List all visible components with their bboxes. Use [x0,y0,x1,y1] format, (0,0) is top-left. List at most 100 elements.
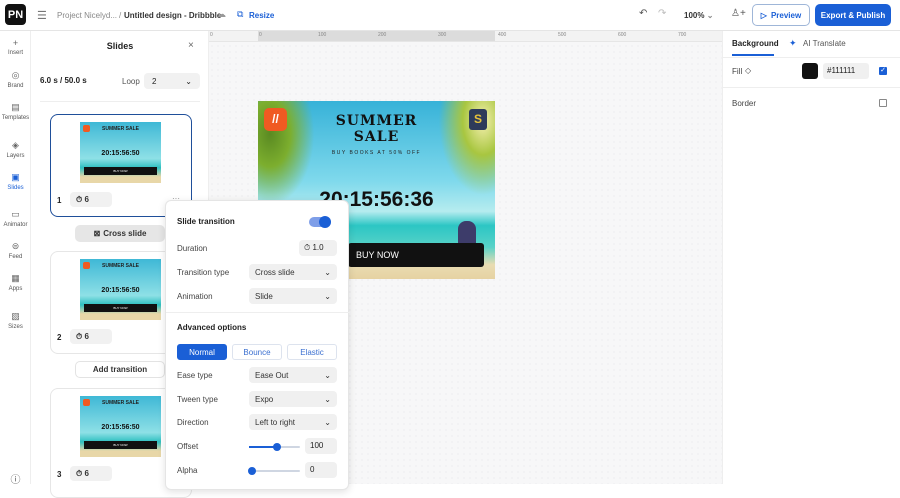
resize-button[interactable]: Resize [249,11,274,20]
rail-templates[interactable]: ▤ Templates [0,102,31,121]
close-icon[interactable]: × [188,40,194,51]
banner-title-1: SUMMER [335,113,418,129]
sparkle-icon: ✦ [789,38,797,48]
divider [40,101,200,102]
ruler-tick: 300 [438,32,447,38]
zoom-value: 100% [684,11,705,20]
slides-icon: ▣ [11,172,20,182]
video-icon: ▭ [11,209,20,219]
banner-subtitle: BUY BOOKS AT 50% OFF [331,150,422,156]
tab-ai-translate[interactable]: AI Translate [803,39,846,48]
rail-layers[interactable]: ◈ Layers [0,140,31,159]
transition-icon: ⊠ [93,229,101,238]
play-icon: ▷ [760,10,767,20]
panel-title: Slides [106,41,134,51]
export-publish-button[interactable]: Export & Publish [815,4,891,26]
ruler: 0 0 100 200 300 400 500 600 700 [209,31,722,42]
rail-insert[interactable]: + Insert [0,38,31,56]
fill-color-swatch[interactable] [802,63,818,79]
ruler-tick: 100 [318,32,327,38]
toggle-knob [319,216,331,228]
alpha-label: Alpha [177,466,198,475]
transition-title: Slide transition [177,217,235,226]
tween-type-select[interactable]: Expo ⌄ [249,391,337,407]
slide-thumbnail: SUMMER SALE 20:15:56:50 BUY NOW [80,396,161,457]
top-bar: PN ☰ Project Nicelyd... / Untitled desig… [0,0,900,31]
cat-silhouette [458,221,476,245]
rail-sizes[interactable]: ▧ Sizes [0,311,31,330]
slide-duration-input[interactable]: ⏱ 6 [70,329,112,344]
ruler-tick: 700 [678,32,687,38]
tween-type-label: Tween type [177,395,218,404]
direction-label: Direction [177,418,209,427]
templates-icon: ▤ [11,102,20,112]
preview-button[interactable]: ▷ Preview [752,4,810,26]
slide-transition-popover: Slide transition Duration ⏱ 1.0 Transiti… [165,200,350,490]
cross-slide-transition-button[interactable]: ⊠ Cross slide [75,225,165,242]
mode-normal-button[interactable]: Normal [177,344,227,360]
mode-bounce-button[interactable]: Bounce [232,344,282,360]
alpha-input[interactable]: 0 [305,462,337,478]
advanced-options-heading: Advanced options [177,323,247,332]
chevron-down-icon: ⌄ [185,76,192,86]
chevron-down-icon: ⌄ [324,267,331,277]
slide-duration-input[interactable]: ⏱ 6 [70,192,112,207]
loop-select[interactable]: 2 ⌄ [144,73,200,89]
fill-checkbox[interactable]: ✓ [879,67,887,75]
divider [723,87,900,88]
slider-knob[interactable] [273,443,282,451]
slide-number: 3 [57,470,62,479]
rail-slides[interactable]: ▣ Slides [0,172,31,191]
transition-type-select[interactable]: Cross slide ⌄ [249,264,337,280]
transition-toggle[interactable] [309,216,331,228]
offset-label: Offset [177,442,199,451]
buy-now-button: BUY NOW [348,243,484,267]
chevron-down-icon: ⌄ [324,394,331,404]
menu-icon[interactable]: ☰ [37,9,47,22]
offset-input[interactable]: 100 [305,438,337,454]
rail-brand[interactable]: ◎ Brand [0,70,31,89]
app-logo[interactable]: PN [5,4,26,25]
slide-number: 1 [57,196,62,205]
chevron-down-icon: ⌄ [324,417,331,427]
add-user-icon[interactable]: ♙+ [731,8,746,19]
ruler-tick: 0 [210,32,213,38]
divider [166,312,350,313]
direction-select[interactable]: Left to right ⌄ [249,414,337,430]
active-tab-indicator [732,54,774,56]
divider [723,57,900,58]
duration-input[interactable]: ⏱ 1.0 [299,240,337,256]
duration-label: Duration [177,244,208,253]
layers-icon: ◈ [12,140,19,150]
chevron-down-icon: ⌄ [706,11,714,20]
offset-slider[interactable] [249,443,300,451]
alpha-slider[interactable] [248,467,300,475]
banner-title-2: SALE [353,129,400,145]
rail-feed[interactable]: ⊜ Feed [0,241,31,260]
animation-select[interactable]: Slide ⌄ [249,288,337,304]
cloud-off-icon: ☁ [217,9,226,19]
diamond-icon: ◇ [745,66,752,75]
ruler-selection [258,31,495,41]
ease-type-select[interactable]: Ease Out ⌄ [249,367,337,383]
slide-duration-input[interactable]: ⏱ 6 [70,466,112,481]
chevron-down-icon: ⌄ [324,291,331,301]
ruler-tick: 0 [259,32,262,38]
undo-icon[interactable]: ↶ [639,8,647,19]
ease-type-label: Ease type [177,371,213,380]
rail-apps[interactable]: ▦ Apps [0,273,31,292]
fill-hex-input[interactable]: #111111 [823,63,869,79]
breadcrumb-project[interactable]: Project Nicelyd... [57,11,117,20]
slide-thumbnail: SUMMER SALE 20:15:56:50 BUY NOW [80,122,161,183]
slider-knob[interactable] [248,467,257,475]
tab-background[interactable]: Background [732,39,779,48]
rail-animator[interactable]: ▭ Animator [0,209,31,228]
sizes-icon: ▧ [11,311,20,321]
plus-icon: + [12,38,19,48]
redo-icon[interactable]: ↷ [658,8,666,19]
add-transition-button[interactable]: Add transition [75,361,165,378]
border-checkbox[interactable] [879,99,887,107]
design-title[interactable]: Untitled design - Dribbble [124,11,221,20]
zoom-select[interactable]: 100% ⌄ [684,11,713,20]
mode-elastic-button[interactable]: Elastic [287,344,337,360]
